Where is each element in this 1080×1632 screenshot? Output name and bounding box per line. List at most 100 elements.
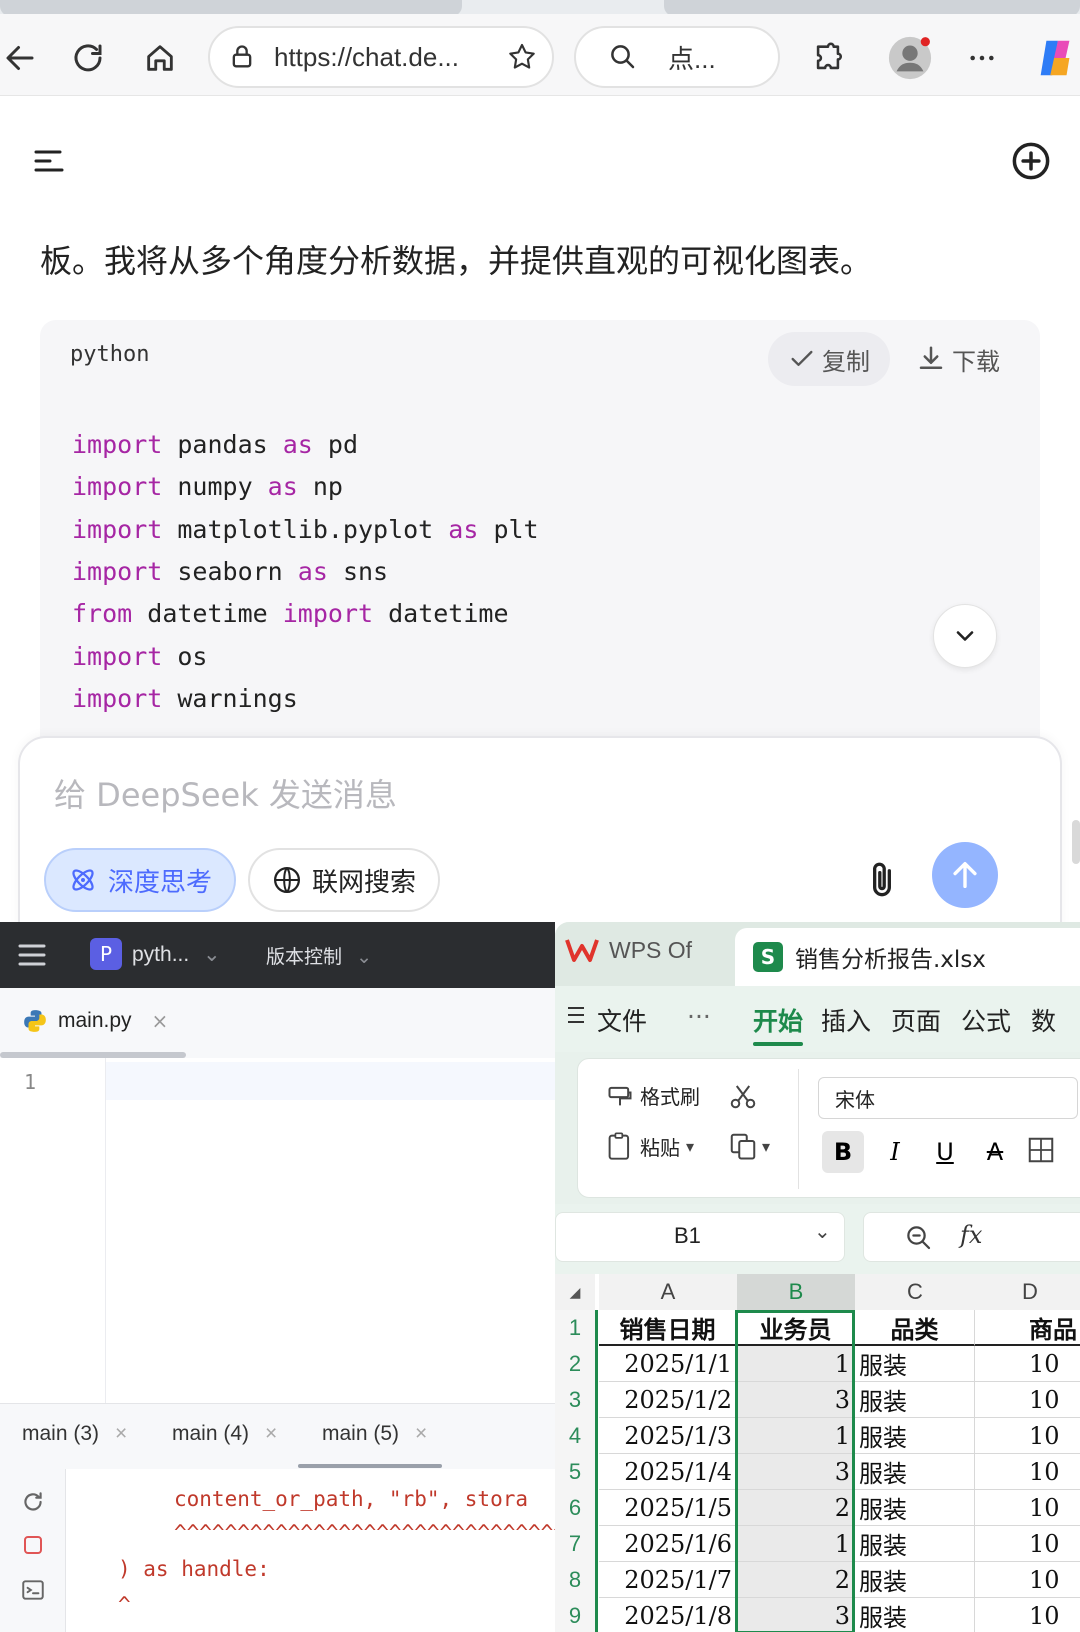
- zoom-icon[interactable]: [904, 1223, 934, 1253]
- formula-input[interactable]: fx: [863, 1212, 1080, 1262]
- run-console[interactable]: content_or_path, "rb", stora ^^^^^^^^^^^^…: [0, 1469, 555, 1632]
- menu-insert[interactable]: 插入: [821, 1002, 871, 1038]
- table-cell[interactable]: 3: [737, 1598, 855, 1632]
- row-header[interactable]: 2: [555, 1346, 595, 1382]
- code-editor[interactable]: 1: [0, 1058, 555, 1403]
- header-cell[interactable]: 销售日期: [599, 1310, 737, 1346]
- sidebar-toggle-button[interactable]: [34, 146, 68, 176]
- table-cell[interactable]: 10: [975, 1598, 1080, 1632]
- main-menu-button[interactable]: [18, 942, 46, 972]
- profile-button[interactable]: [886, 34, 934, 82]
- back-button[interactable]: [0, 38, 40, 78]
- table-cell[interactable]: 3: [737, 1454, 855, 1490]
- run-tab[interactable]: main (3) ×: [22, 1422, 127, 1446]
- table-cell[interactable]: 服装: [855, 1490, 975, 1526]
- star-icon[interactable]: [506, 41, 538, 73]
- table-cell[interactable]: 1: [737, 1418, 855, 1454]
- table-cell[interactable]: 2025/1/1: [599, 1346, 737, 1382]
- table-cell[interactable]: 2: [737, 1562, 855, 1598]
- row-header[interactable]: 3: [555, 1382, 595, 1418]
- table-cell[interactable]: 10: [975, 1526, 1080, 1562]
- format-painter-button[interactable]: 格式刷: [606, 1081, 700, 1110]
- download-code-button[interactable]: 下载: [916, 332, 1026, 386]
- header-cell[interactable]: 业务员: [737, 1310, 855, 1346]
- close-tab-icon[interactable]: ×: [415, 1422, 427, 1445]
- column-header-d[interactable]: D: [975, 1274, 1080, 1310]
- stop-button[interactable]: [21, 1533, 45, 1561]
- row-header[interactable]: 6: [555, 1490, 595, 1526]
- table-cell[interactable]: 10: [975, 1490, 1080, 1526]
- menu-file[interactable]: 文件: [597, 1002, 647, 1038]
- strikethrough-button[interactable]: A: [974, 1131, 1016, 1173]
- paste-button[interactable]: 粘贴 ▾: [606, 1131, 694, 1161]
- table-cell[interactable]: 服装: [855, 1526, 975, 1562]
- new-chat-button[interactable]: [1010, 140, 1052, 182]
- vcs-selector[interactable]: 版本控制 ⌄: [266, 942, 372, 969]
- row-header[interactable]: 5: [555, 1454, 595, 1490]
- table-cell[interactable]: 服装: [855, 1562, 975, 1598]
- function-icon[interactable]: fx: [960, 1221, 982, 1249]
- row-header[interactable]: 4: [555, 1418, 595, 1454]
- project-selector[interactable]: pyth... ⌄: [132, 942, 221, 967]
- copilot-button[interactable]: [1032, 34, 1080, 82]
- table-cell[interactable]: 2025/1/7: [599, 1562, 737, 1598]
- table-cell[interactable]: 2025/1/4: [599, 1454, 737, 1490]
- table-cell[interactable]: 10: [975, 1382, 1080, 1418]
- spreadsheet-grid[interactable]: ◢ A B C D 1 销售日期 业务员 品类 商品 2 2025/1/1 1 服装 10 3 2025/1/2…: [555, 1274, 1080, 1632]
- more-menu-icon[interactable]: ···: [687, 1002, 711, 1031]
- table-cell[interactable]: 服装: [855, 1382, 975, 1418]
- table-cell[interactable]: 10: [975, 1418, 1080, 1454]
- font-name-box[interactable]: 宋体: [818, 1077, 1078, 1119]
- console-settings-button[interactable]: [20, 1577, 46, 1607]
- send-button[interactable]: [932, 842, 998, 908]
- editor-tab-main-py[interactable]: main.py ×: [22, 1008, 168, 1034]
- underline-button[interactable]: U: [924, 1131, 966, 1173]
- row-header[interactable]: 9: [555, 1598, 595, 1632]
- menu-data[interactable]: 数: [1031, 1002, 1056, 1038]
- search-box[interactable]: 点...: [574, 26, 780, 88]
- copy-button[interactable]: ▾: [728, 1131, 770, 1161]
- row-header[interactable]: 8: [555, 1562, 595, 1598]
- page-scrollbar[interactable]: [1072, 820, 1080, 864]
- message-input[interactable]: 给 DeepSeek 发送消息: [54, 770, 397, 816]
- run-tab[interactable]: main (4) ×: [172, 1422, 277, 1446]
- select-all-corner[interactable]: ◢: [555, 1274, 595, 1310]
- home-button[interactable]: [140, 38, 180, 78]
- table-cell[interactable]: 10: [975, 1562, 1080, 1598]
- menu-page[interactable]: 页面: [891, 1002, 941, 1038]
- run-tab[interactable]: main (5) ×: [322, 1422, 427, 1446]
- cut-button[interactable]: [728, 1081, 758, 1115]
- close-tab-icon[interactable]: ×: [152, 1009, 169, 1033]
- table-cell[interactable]: 3: [737, 1382, 855, 1418]
- name-box[interactable]: B1 ⌄: [555, 1212, 845, 1262]
- row-header[interactable]: 7: [555, 1526, 595, 1562]
- reload-button[interactable]: [68, 38, 108, 78]
- attach-button[interactable]: [860, 858, 904, 902]
- table-cell[interactable]: 服装: [855, 1454, 975, 1490]
- more-button[interactable]: [962, 38, 1002, 78]
- table-cell[interactable]: 服装: [855, 1346, 975, 1382]
- table-cell[interactable]: 服装: [855, 1598, 975, 1632]
- border-button[interactable]: [1026, 1135, 1056, 1169]
- table-cell[interactable]: 10: [975, 1346, 1080, 1382]
- table-cell[interactable]: 2025/1/2: [599, 1382, 737, 1418]
- table-cell[interactable]: 10: [975, 1454, 1080, 1490]
- rerun-button[interactable]: [20, 1489, 46, 1519]
- row-header[interactable]: 1: [555, 1310, 595, 1346]
- scroll-down-button[interactable]: [933, 604, 997, 668]
- table-cell[interactable]: 2025/1/8: [599, 1598, 737, 1632]
- file-tab[interactable]: S 销售分析报告.xlsx: [735, 928, 1080, 986]
- close-tab-icon[interactable]: ×: [115, 1422, 127, 1445]
- table-cell[interactable]: 2025/1/5: [599, 1490, 737, 1526]
- italic-button[interactable]: I: [874, 1131, 916, 1173]
- bold-button[interactable]: B: [822, 1131, 864, 1173]
- header-cell[interactable]: 商品: [975, 1310, 1080, 1346]
- table-cell[interactable]: 2025/1/6: [599, 1526, 737, 1562]
- menu-home[interactable]: 开始: [753, 1002, 803, 1038]
- web-search-toggle[interactable]: 联网搜索: [248, 848, 441, 912]
- menu-formula[interactable]: 公式: [961, 1002, 1011, 1038]
- table-cell[interactable]: 1: [737, 1346, 855, 1382]
- copy-code-button[interactable]: 复制: [768, 332, 890, 386]
- table-cell[interactable]: 2: [737, 1490, 855, 1526]
- close-tab-icon[interactable]: ×: [265, 1422, 277, 1445]
